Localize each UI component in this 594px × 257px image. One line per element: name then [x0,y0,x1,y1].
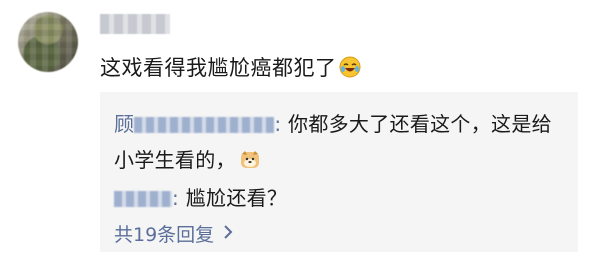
comment-body: 这戏看得我尴尬癌都犯了 [100,52,361,82]
reply-author[interactable]: : [114,186,179,210]
avatar[interactable] [18,12,78,72]
reply-item: 顾: 你都多大了还看这个，这是给 [114,108,552,137]
reply-text: 尴尬还看？ [185,186,288,210]
view-all-replies-link[interactable]: 共19条回复 [114,220,234,247]
reply-count-label: 共19条回复 [114,224,215,246]
laughing-crying-icon [339,56,360,78]
doge-icon [240,151,259,168]
comment-text: 这戏看得我尴尬癌都犯了 [100,56,337,80]
reply-author[interactable]: 顾: [114,112,281,136]
reply-item-continuation: 小学生看的， [114,144,260,173]
author-name-blurred [114,191,172,207]
username-blurred[interactable] [100,14,170,34]
avatar-mosaic [18,12,78,72]
reply-text: 你都多大了还看这个，这是给 [288,112,552,136]
reply-item: : 尴尬还看？ [114,182,287,211]
reply-panel: 顾: 你都多大了还看这个，这是给 小学生看的， : 尴尬还看？ 共19条回复 [100,92,578,252]
reply-text: 小学生看的， [114,148,236,172]
chevron-right-icon [224,225,233,239]
author-name-blurred [134,117,275,133]
